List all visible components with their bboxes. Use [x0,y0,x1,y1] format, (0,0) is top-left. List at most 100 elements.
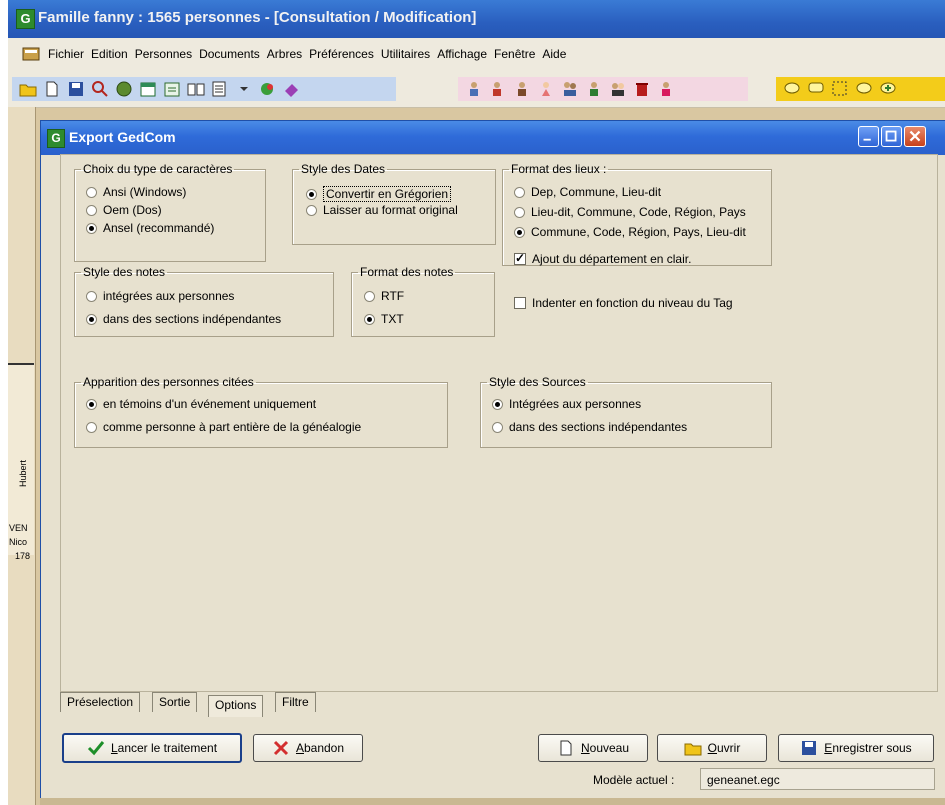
charset-option-ansel[interactable]: Ansel (recommandé) [86,221,214,235]
card-icon[interactable] [162,79,182,99]
new-button[interactable]: Nouveau [538,734,648,762]
person-link-icon[interactable] [464,79,484,99]
add-comment-icon[interactable] [878,79,898,99]
new-document-icon[interactable] [42,79,62,99]
menu-edition[interactable]: Edition [91,47,128,61]
add-person-icon[interactable] [488,79,508,99]
bg-label-year: 178 [15,551,31,561]
paint-icon[interactable] [258,79,278,99]
person-group-icon[interactable] [560,79,580,99]
dialog-app-icon: G [47,129,65,148]
close-button[interactable] [904,126,926,147]
places-option-1[interactable]: Dep, Commune, Lieu-dit [514,185,661,199]
bg-person-name: Hubert [18,459,28,487]
toolbar-group-file [12,77,396,101]
calendar-icon[interactable] [138,79,158,99]
tab-sortie[interactable]: Sortie [152,692,198,712]
radio-icon[interactable] [364,290,375,302]
tab-filtre[interactable]: Filtre [275,692,316,712]
person-female-icon[interactable] [536,79,556,99]
menu-aide[interactable]: Aide [542,47,566,61]
notes-format-option-rtf[interactable]: RTF [364,289,404,303]
bg-label-nico: Nico [9,537,28,547]
app-logo-icon: G [16,9,35,29]
maximize-button[interactable] [881,126,902,147]
open-folder-icon[interactable] [18,79,38,99]
radio-selected-icon[interactable] [86,222,97,234]
person-couple-icon[interactable] [608,79,628,99]
save-icon [800,740,818,756]
radio-icon[interactable] [86,186,97,198]
search-icon[interactable] [90,79,110,99]
sources-option-integrated[interactable]: Intégrées aux personnes [492,397,641,411]
departement-checkbox[interactable]: Ajout du département en clair. [514,251,691,266]
radio-selected-icon[interactable] [492,398,503,410]
document-menu-icon[interactable] [22,46,40,62]
radio-icon[interactable] [86,204,97,216]
sources-option-sections[interactable]: dans des sections indépendantes [492,420,687,434]
menu-preferences[interactable]: Préférences [309,47,374,61]
model-field: geneanet.egc [700,768,935,790]
person-tree-icon[interactable] [584,79,604,99]
notes-style-legend: Style des notes [83,265,166,279]
notes-style-option-integrated[interactable]: intégrées aux personnes [86,289,234,303]
speech-icon[interactable] [854,79,874,99]
dates-option-original[interactable]: Laisser au format original [306,203,458,217]
radio-selected-icon[interactable] [86,313,97,325]
checkbox-checked-icon[interactable] [514,251,526,265]
menu-personnes[interactable]: Personnes [135,47,192,61]
dates-option-gregorian[interactable]: Convertir en Grégorien [306,186,452,202]
menu-fichier[interactable]: Fichier [48,47,84,61]
radio-icon[interactable] [306,204,317,216]
toolbar-group-persons [458,77,748,101]
checkbox-icon[interactable] [514,297,526,309]
bg-label-ven: VEN [9,523,28,533]
charset-option-ansi[interactable]: Ansi (Windows) [86,185,186,199]
save-as-button[interactable]: Enregistrer sous [778,734,934,762]
dates-legend: Style des Dates [301,162,386,176]
places-option-2[interactable]: Lieu-dit, Commune, Code, Région, Pays [514,205,746,219]
book-icon[interactable] [186,79,206,99]
radio-icon[interactable] [514,186,525,198]
menu-arbres[interactable]: Arbres [267,47,302,61]
radio-selected-icon[interactable] [364,313,375,325]
notes-format-option-txt[interactable]: TXT [364,312,404,326]
new-document-icon [557,740,575,756]
list-icon[interactable] [210,79,230,99]
radio-selected-icon[interactable] [86,398,97,410]
notes-search-icon[interactable] [782,79,802,99]
open-folder-icon [684,740,702,756]
save-icon[interactable] [66,79,86,99]
tab-options[interactable]: Options [208,695,264,717]
select-region-icon[interactable] [830,79,850,99]
radio-selected-icon[interactable] [306,188,317,200]
radio-icon[interactable] [86,421,97,433]
comment-icon[interactable] [806,79,826,99]
trash-icon[interactable] [632,79,652,99]
minimize-button[interactable] [858,126,879,147]
indent-checkbox[interactable]: Indenter en fonction du niveau du Tag [514,296,733,310]
menu-bar: Fichier Edition Personnes Documents Arbr… [8,38,945,71]
places-option-3[interactable]: Commune, Code, Région, Pays, Lieu-dit [514,225,746,239]
person-edit-icon[interactable] [512,79,532,99]
persons-cited-option-witness[interactable]: en témoins d'un événement uniquement [86,397,316,411]
radio-selected-icon[interactable] [514,226,525,238]
eraser-icon[interactable] [282,79,302,99]
abort-button[interactable]: Abandon [253,734,363,762]
persons-cited-option-full[interactable]: comme personne à part entière de la géné… [86,420,361,434]
radio-icon[interactable] [86,290,97,302]
menu-affichage[interactable]: Affichage [437,47,487,61]
menu-documents[interactable]: Documents [199,47,260,61]
menu-fenetre[interactable]: Fenêtre [494,47,535,61]
menu-utilitaires[interactable]: Utilitaires [381,47,430,61]
person-search-icon[interactable] [656,79,676,99]
open-button[interactable]: Ouvrir [657,734,767,762]
globe-icon[interactable] [114,79,134,99]
charset-option-oem[interactable]: Oem (Dos) [86,203,162,217]
run-button[interactable]: Lancer le traitement [62,733,242,763]
dropdown-arrow-icon[interactable] [234,79,254,99]
radio-icon[interactable] [514,206,525,218]
radio-icon[interactable] [492,421,503,433]
notes-style-option-sections[interactable]: dans des sections indépendantes [86,312,281,326]
tab-preselection[interactable]: Préselection [60,692,141,712]
